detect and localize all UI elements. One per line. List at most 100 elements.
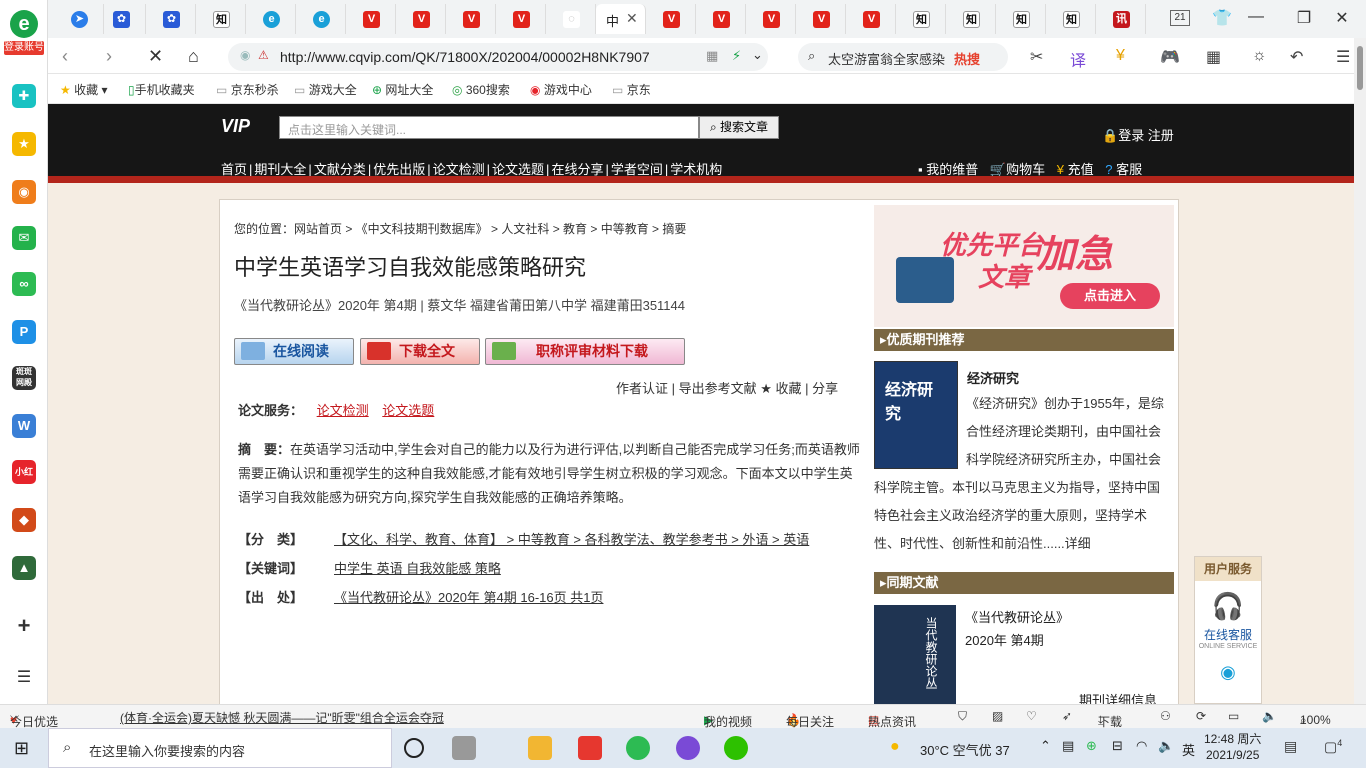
tab[interactable]: 知 [946,4,996,34]
task-view-icon[interactable] [452,736,476,760]
tab[interactable]: ◌ [546,4,596,34]
tab-count[interactable]: 21 [1170,10,1190,26]
rocket-icon[interactable]: ➶ [1062,709,1072,723]
dice-icon[interactable]: ▲ [12,556,36,580]
news-ticker[interactable]: (体育·全运会)夏天缺憾 秋天圆满——记"昕雯"组合全运会夺冠 [120,709,444,726]
star-icon[interactable]: ★ [12,132,36,156]
source-value[interactable]: 《当代教研论丛》2020年 第4期 16-16页 共1页 [334,590,603,605]
scissors-icon[interactable]: ✂ [1030,47,1043,67]
download-button[interactable]: 下载全文 [360,338,480,365]
dropdown-icon[interactable]: ⌄ [752,47,763,63]
shop-icon[interactable]: 小红书 [12,460,36,501]
title-material-button[interactable]: 职称评审材料下载 [485,338,685,365]
service-check-link[interactable]: 论文检测 [317,403,369,418]
insecure-icon[interactable]: ⚠ [258,48,269,62]
refresh-icon[interactable]: ⟳ [1196,709,1206,723]
image-icon[interactable]: ▨ [992,709,1003,723]
pay-icon[interactable]: P [12,320,36,344]
url-box[interactable]: ◉ ⚠ http://www.cqvip.com/QK/71800X/20200… [228,43,768,71]
tab-active[interactable]: 中 ✕ [596,4,646,34]
game-icon[interactable]: 斑斑 网殿 [12,366,36,390]
nav-share[interactable]: 在线分享 [551,162,603,177]
bookmark-nav[interactable]: ⊕ 网址大全 [372,81,433,98]
tab[interactable]: 知 [896,4,946,34]
same-issue-cover[interactable]: 当代教研论丛 [874,605,956,704]
tray-app-icon[interactable]: ▤ [1062,738,1074,754]
tab[interactable]: ✿ [96,4,146,34]
wechat-icon[interactable] [724,736,748,760]
file-explorer-icon[interactable] [528,736,552,760]
tray-360-icon[interactable]: ⊕ [1086,738,1097,754]
browser-taskbar-icon[interactable] [626,736,650,760]
keywords-value[interactable]: 中学生 英语 自我效能感 策略 [334,561,501,576]
close-window-button[interactable]: ✕ [1330,8,1354,28]
tab[interactable]: 知 [1046,4,1096,34]
cart-link[interactable]: 🛒购物车 [990,162,1045,177]
forward-icon[interactable]: › [106,46,112,67]
ime-indicator[interactable]: 英 [1182,740,1195,759]
weibo-icon[interactable]: ◉ [12,180,36,204]
chest-icon[interactable]: ◆ [12,508,36,532]
ad-enter-button[interactable]: 点击进入 [1060,283,1160,309]
home-icon[interactable]: ⌂ [188,46,199,67]
tab[interactable]: V [796,4,846,34]
minimize-button[interactable]: — [1244,8,1268,26]
bookmark-games[interactable]: ▭ 游戏大全 [294,81,357,98]
tray-expand-icon[interactable]: ⌃ [1040,738,1051,754]
tab[interactable]: V [646,4,696,34]
class-value[interactable]: 【文化、科学、教育、体育】 > 中等教育 > 各科教学法、教学参考书 > 外语 … [334,532,809,547]
nav-home[interactable]: 首页 [221,162,247,177]
support-link[interactable]: ? 客服 [1105,162,1142,177]
journal-name[interactable]: 经济研究 [967,368,1019,387]
qr-icon[interactable]: ▦ [706,48,718,64]
link-icon[interactable]: ∞ [12,272,36,296]
taskbar-search[interactable]: ⌕ 在这里输入你要搜索的内容 [48,728,392,768]
tray-usb-icon[interactable]: ⊟ [1112,738,1123,754]
notification-center[interactable]: ▢4 [1324,738,1342,756]
stop-icon[interactable]: ✕ [148,46,163,67]
bookmark-mobile[interactable]: ▯手机收藏夹 [128,81,195,98]
search-text[interactable]: 太空游富翁全家感染 [828,49,945,68]
coupon-icon[interactable]: ¥ [1116,47,1125,65]
nav-classification[interactable]: 文献分类 [314,162,366,177]
service-topic-link[interactable]: 论文选题 [382,403,434,418]
same-issue-title[interactable]: 《当代教研论丛》 [965,607,1069,626]
tab[interactable]: 知 [996,4,1046,34]
today-picks[interactable]: ♥ 今日优选 ⌵ [10,709,58,729]
page-scrollbar[interactable] [1354,38,1366,704]
qq-icon[interactable]: ◉ [1195,662,1261,683]
menu-icon[interactable]: ☰ [1336,47,1350,67]
site-search-button[interactable]: ⌕ 搜索文章 [699,116,779,139]
read-online-button[interactable]: 在线阅读 [234,338,354,365]
weather-text[interactable]: 30°C 空气优 37 [920,740,1010,759]
clock[interactable]: 12:48 周六 2021/9/25 [1204,731,1261,763]
game-pad-icon[interactable]: 🎮 [1160,47,1180,67]
tab[interactable]: ✿ [146,4,196,34]
nav-priority[interactable]: 优先出版 [373,162,425,177]
account-login[interactable]: e 登录账号 [4,10,44,60]
tab[interactable]: V [396,4,446,34]
translate-icon[interactable]: 译 [1070,47,1086,71]
breadcrumb[interactable]: 您的位置：网站首页 > 《中文科技期刊数据库》 > 人文社科 > 教育 > 中等… [234,220,686,237]
tab[interactable]: 讯 [1096,4,1146,34]
close-tab-icon[interactable]: ✕ [626,10,638,27]
restore-button[interactable]: ❐ [1292,8,1316,28]
nav-check[interactable]: 论文检测 [433,162,485,177]
menu-icon[interactable]: ☰ [12,666,36,690]
tab[interactable]: V [846,4,896,34]
scrollbar-thumb[interactable] [1357,46,1363,90]
bookmark-jd[interactable]: ▭ 京东 [612,81,651,98]
browser-search-box[interactable]: ⌕ 太空游富翁全家感染 热搜 [798,43,1008,71]
vip-logo[interactable]: VIP [221,116,269,138]
apps-grid-icon[interactable]: ▦ [1206,47,1221,67]
site-search-input[interactable]: 点击这里输入关键词... [279,116,699,139]
speaker-icon[interactable]: 🔈 [1158,738,1174,754]
tab[interactable]: V [746,4,796,34]
network-icon[interactable]: ⚇ [1160,709,1171,723]
wps-icon[interactable] [578,736,602,760]
speed-icon[interactable]: ⚡ [732,48,741,64]
windows-start-icon[interactable]: ⊞ [14,738,29,759]
tab[interactable]: e [246,4,296,34]
article-meta[interactable]: 《当代教研论丛》2020年 第4期 | 蔡文华 福建省莆田第八中学 福建莆田35… [234,295,685,314]
undo-icon[interactable]: ↶ [1290,47,1303,67]
